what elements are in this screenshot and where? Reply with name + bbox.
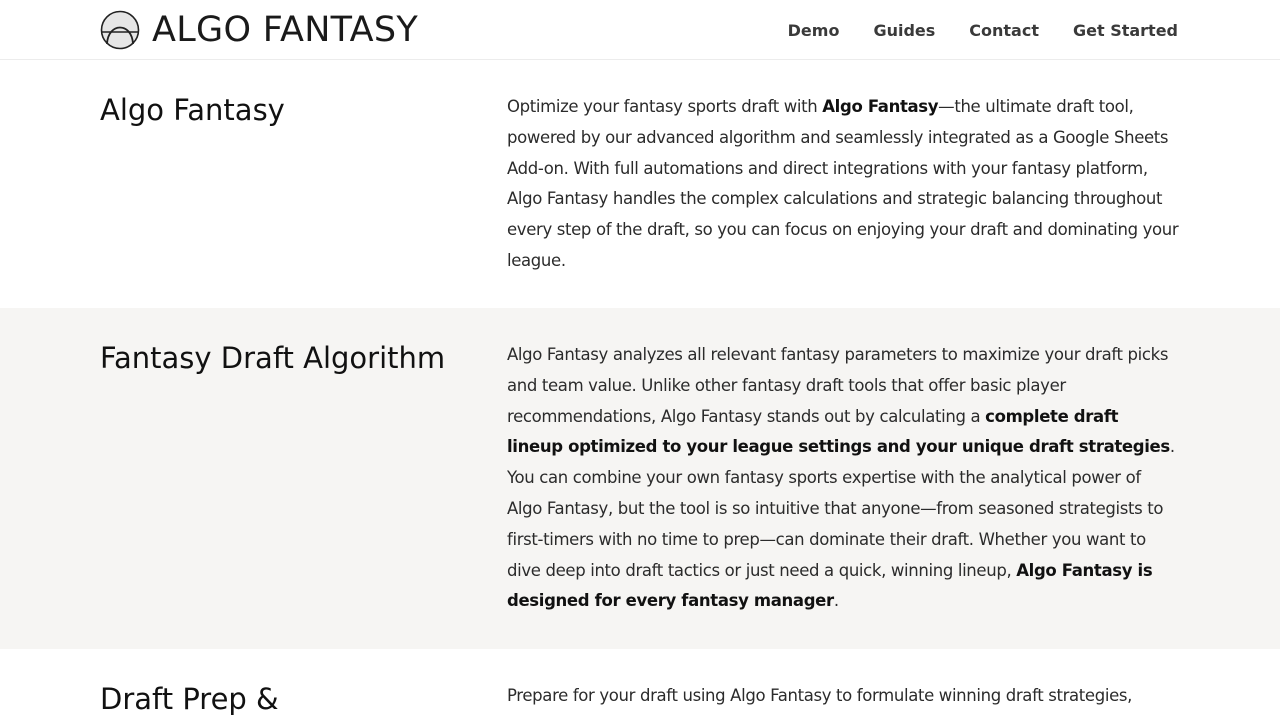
nav-contact-link[interactable]: Contact xyxy=(969,21,1039,40)
section-title: Draft Prep & xyxy=(100,682,279,716)
body-text: Prepare for your draft using Algo Fantas… xyxy=(507,686,1133,705)
section-draft-prep: Draft Prep & Prepare for your draft usin… xyxy=(0,649,1280,720)
site-header: ALGO FANTASY Demo Guides Contact Get Sta… xyxy=(0,0,1280,60)
section-paragraph: Algo Fantasy analyzes all relevant fanta… xyxy=(507,340,1179,617)
arch-logo-icon xyxy=(100,10,140,50)
body-text: Optimize your fantasy sports draft with xyxy=(507,97,823,116)
body-text: —the ultimate draft tool, powered by our… xyxy=(507,97,1179,270)
section-title: Algo Fantasy xyxy=(100,93,285,127)
nav-guides-link[interactable]: Guides xyxy=(873,21,935,40)
section-algo-fantasy: Algo Fantasy Optimize your fantasy sport… xyxy=(0,60,1280,308)
body-text: . xyxy=(833,591,839,611)
brand-home-link[interactable]: ALGO FANTASY xyxy=(100,10,418,50)
section-paragraph: Prepare for your draft using Algo Fantas… xyxy=(507,681,1179,712)
nav-get-started-link[interactable]: Get Started xyxy=(1073,21,1178,40)
section-fantasy-draft-algorithm: Fantasy Draft Algorithm Algo Fantasy ana… xyxy=(0,308,1280,649)
section-paragraph: Optimize your fantasy sports draft with … xyxy=(507,92,1179,277)
brand-name: ALGO FANTASY xyxy=(152,10,419,50)
main-nav: Demo Guides Contact Get Started xyxy=(788,0,1178,60)
body-text: . You can combine your own fantasy sport… xyxy=(507,437,1175,580)
section-title: Fantasy Draft Algorithm xyxy=(100,341,446,375)
nav-demo-link[interactable]: Demo xyxy=(788,21,840,40)
emphasis-text: Algo Fantasy xyxy=(822,97,939,116)
